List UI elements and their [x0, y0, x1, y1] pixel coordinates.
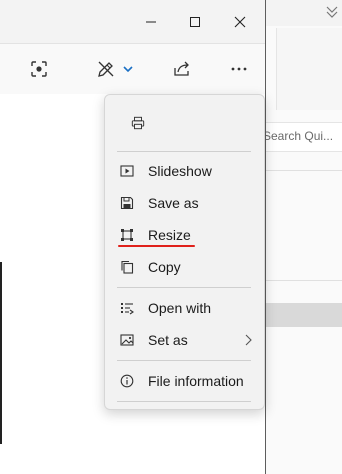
chevron-down-icon[interactable]	[326, 5, 338, 24]
crop-icon[interactable]	[28, 56, 50, 82]
menu-item-label: Save as	[148, 195, 199, 211]
close-icon[interactable]	[229, 11, 251, 33]
menu-item-label: File information	[148, 373, 244, 389]
menu-item-set-as[interactable]: Set as	[109, 326, 260, 354]
save-icon	[120, 196, 134, 210]
chevron-down-icon[interactable]	[121, 56, 135, 82]
slideshow-icon	[120, 164, 134, 178]
title-bar	[0, 0, 265, 44]
image-edge	[0, 262, 2, 444]
menu-item-open-with[interactable]: Open with	[109, 294, 260, 322]
menu-separator	[117, 401, 251, 402]
divider	[266, 170, 342, 171]
more-icon[interactable]	[228, 56, 250, 82]
menu-item-slideshow[interactable]: Slideshow	[109, 157, 260, 185]
resize-icon	[120, 228, 134, 242]
menu-item-label: Set as	[148, 332, 188, 348]
menu-separator	[117, 151, 251, 152]
set-as-icon	[120, 333, 134, 347]
share-icon[interactable]	[171, 56, 193, 82]
menu-separator	[117, 287, 251, 288]
copy-icon	[120, 260, 134, 274]
divider	[266, 280, 342, 281]
context-menu: Slideshow Save as Resize Copy Open with …	[104, 94, 265, 410]
search-placeholder: Search Qui...	[263, 129, 334, 143]
maximize-icon[interactable]	[184, 11, 206, 33]
print-button[interactable]	[125, 109, 155, 137]
menu-item-save-as[interactable]: Save as	[109, 189, 260, 217]
printer-icon	[131, 116, 145, 130]
minimize-icon[interactable]	[140, 11, 162, 33]
edit-draw-icon[interactable]	[95, 56, 117, 82]
background-panel	[276, 28, 342, 110]
toolbar	[0, 44, 265, 94]
menu-item-label: Copy	[148, 259, 181, 275]
info-icon	[120, 374, 134, 388]
menu-item-file-information[interactable]: File information	[109, 367, 260, 395]
chevron-right-icon	[244, 333, 252, 351]
menu-item-label: Slideshow	[148, 163, 212, 179]
open-with-icon	[120, 301, 134, 315]
menu-separator	[117, 360, 251, 361]
menu-item-label: Open with	[148, 300, 212, 316]
selected-row[interactable]	[266, 303, 342, 327]
resize-highlight-underline	[118, 245, 195, 247]
menu-item-copy[interactable]: Copy	[109, 253, 260, 281]
menu-item-label: Resize	[148, 227, 191, 243]
